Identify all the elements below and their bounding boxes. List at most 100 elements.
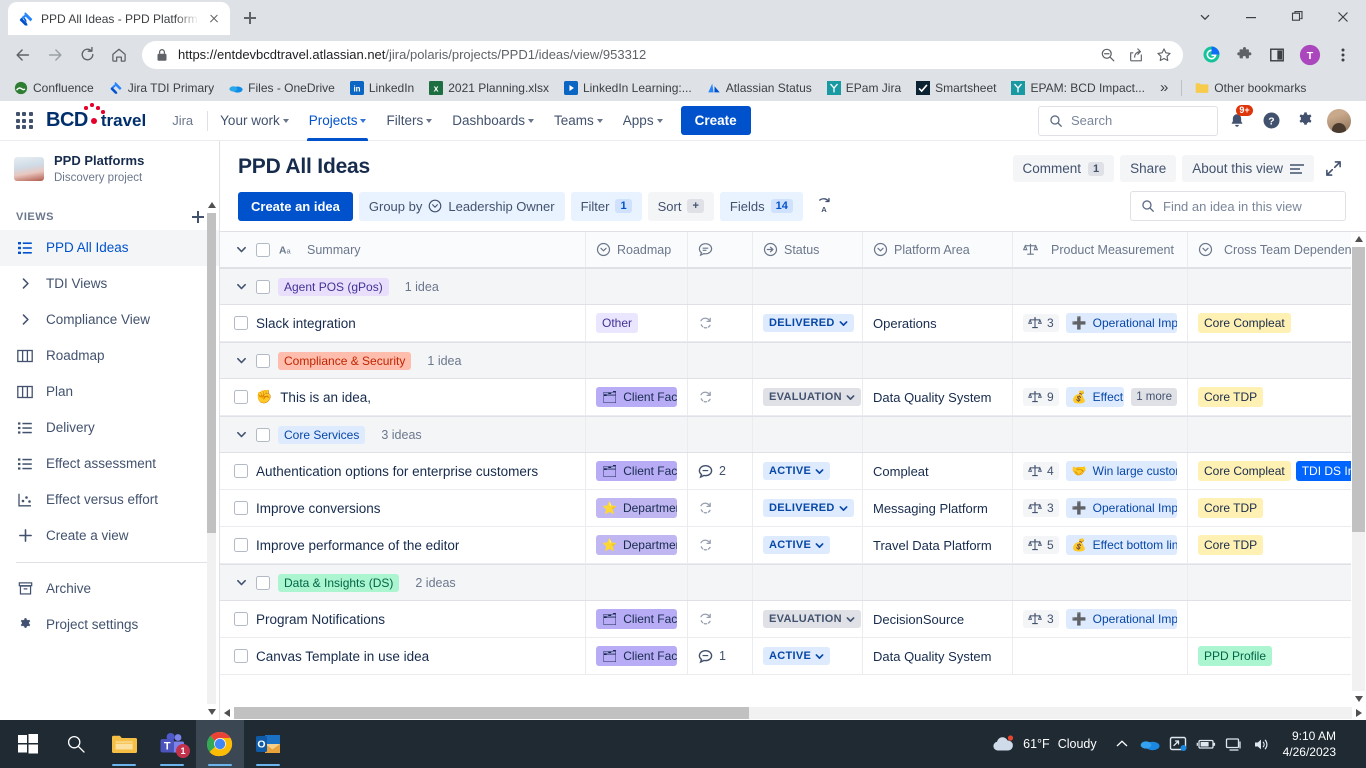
bcd-travel-logo[interactable]: BCD travel bbox=[46, 103, 146, 132]
help-icon[interactable]: ? bbox=[1256, 106, 1286, 136]
group-header-row[interactable]: Compliance & Security 1 idea bbox=[220, 342, 1366, 379]
cell-product-measurement[interactable]: 3 ➕ Operational Impro bbox=[1013, 490, 1188, 526]
share-button[interactable]: Share bbox=[1120, 155, 1177, 182]
cell-status[interactable]: ACTIVE bbox=[753, 527, 863, 563]
sidebar-item-compliance-view[interactable]: Compliance View bbox=[0, 302, 219, 338]
column-header-roadmap[interactable]: Roadmap bbox=[586, 232, 688, 267]
chrome-menu-icon[interactable] bbox=[1328, 40, 1358, 70]
status-badge[interactable]: DELIVERED bbox=[763, 499, 854, 517]
group-by-button[interactable]: Group by Leadership Owner bbox=[358, 191, 565, 221]
row-checkbox[interactable] bbox=[234, 464, 248, 478]
cell-cross-team-dependency[interactable]: Core Compleat bbox=[1188, 305, 1366, 341]
status-badge[interactable]: EVALUATION bbox=[763, 388, 861, 406]
group-header-row[interactable]: Data & Insights (DS) 2 ideas bbox=[220, 564, 1366, 601]
microsoft-teams-button[interactable]: T 1 bbox=[148, 720, 196, 768]
cell-summary[interactable]: Improve performance of the editor bbox=[220, 527, 586, 563]
tab-search-chevron-down-icon[interactable] bbox=[1182, 0, 1228, 33]
volume-tray-icon[interactable] bbox=[1249, 728, 1275, 760]
bookmark-2021-planning[interactable]: x 2021 Planning.xlsx bbox=[423, 78, 555, 98]
row-checkbox[interactable] bbox=[234, 316, 248, 330]
global-search-input[interactable]: Search bbox=[1038, 105, 1218, 136]
profile-avatar-icon[interactable]: T bbox=[1295, 40, 1325, 70]
scrollbar-thumb[interactable] bbox=[1352, 247, 1365, 532]
sidebar-item-tdi-views[interactable]: TDI Views bbox=[0, 266, 219, 302]
cell-summary[interactable]: Slack integration bbox=[220, 305, 586, 341]
scroll-down-arrow-icon[interactable] bbox=[205, 704, 218, 720]
cell-comments[interactable] bbox=[688, 527, 753, 563]
bookmark-linkedin-learning[interactable]: LinkedIn Learning:... bbox=[558, 78, 698, 98]
cell-cross-team-dependency[interactable]: Core Compleat TDI DS In bbox=[1188, 453, 1366, 489]
onedrive-tray-icon[interactable] bbox=[1137, 728, 1163, 760]
search-button[interactable] bbox=[52, 720, 100, 768]
cell-comments[interactable]: 2 bbox=[688, 453, 753, 489]
scroll-left-arrow-icon[interactable] bbox=[220, 706, 234, 720]
bookmark-linkedin[interactable]: in LinkedIn bbox=[344, 78, 420, 98]
cell-roadmap[interactable]: 🗂 Client Facing bbox=[586, 453, 688, 489]
bookmark-smartsheet[interactable]: Smartsheet bbox=[910, 78, 1002, 98]
cell-summary[interactable]: Authentication options for enterprise cu… bbox=[220, 453, 586, 489]
scroll-up-arrow-icon[interactable] bbox=[205, 197, 218, 213]
cell-status[interactable]: ACTIVE bbox=[753, 638, 863, 674]
group-header-row[interactable]: Core Services 3 ideas bbox=[220, 416, 1366, 453]
other-bookmarks-folder[interactable]: Other bookmarks bbox=[1189, 78, 1312, 98]
cell-roadmap[interactable]: Other bbox=[586, 305, 688, 341]
column-header-product-measurement[interactable]: Product Measurement bbox=[1013, 232, 1188, 267]
cell-product-measurement[interactable]: 9 💰 Effect bot 1 more bbox=[1013, 379, 1188, 415]
table-horizontal-scrollbar[interactable] bbox=[220, 706, 1366, 720]
cell-status[interactable]: ACTIVE bbox=[753, 453, 863, 489]
start-button[interactable] bbox=[4, 720, 52, 768]
nav-apps[interactable]: Apps bbox=[615, 101, 671, 141]
reload-button[interactable] bbox=[72, 40, 102, 70]
find-idea-input[interactable]: Find an idea in this view bbox=[1130, 191, 1346, 221]
share-icon[interactable] bbox=[1123, 42, 1149, 68]
column-header-platform-area[interactable]: Platform Area bbox=[863, 232, 1013, 267]
cell-roadmap[interactable]: 🗂 Client Facing bbox=[586, 638, 688, 674]
cell-cross-team-dependency[interactable] bbox=[1188, 601, 1366, 637]
taskbar-clock[interactable]: 9:10 AM 4/26/2023 bbox=[1277, 728, 1346, 760]
sidebar-item-effect-versus-effort[interactable]: Effect versus effort bbox=[0, 482, 219, 518]
create-button[interactable]: Create bbox=[680, 106, 751, 135]
filter-button[interactable]: Filter 1 bbox=[570, 191, 642, 221]
project-header[interactable]: PPD Platforms Discovery project bbox=[0, 141, 219, 198]
status-badge[interactable]: DELIVERED bbox=[763, 314, 854, 332]
cell-product-measurement[interactable] bbox=[1013, 638, 1188, 674]
nav-filters[interactable]: Filters bbox=[378, 101, 440, 141]
table-row[interactable]: Authentication options for enterprise cu… bbox=[220, 453, 1366, 490]
fields-button[interactable]: Fields 14 bbox=[719, 191, 803, 221]
table-vertical-scrollbar[interactable] bbox=[1351, 232, 1366, 706]
bookmark-star-icon[interactable] bbox=[1151, 42, 1177, 68]
sidebar-item-roadmap[interactable]: Roadmap bbox=[0, 338, 219, 374]
cell-platform-area[interactable]: Data Quality System bbox=[863, 638, 1013, 674]
cell-comments[interactable] bbox=[688, 490, 753, 526]
zoom-out-icon[interactable] bbox=[1095, 42, 1121, 68]
table-row[interactable]: Slack integration Other DELIVERED Operation… bbox=[220, 305, 1366, 342]
cell-product-measurement[interactable]: 3 ➕ Operational Impro bbox=[1013, 601, 1188, 637]
cell-cross-team-dependency[interactable]: Core TDP bbox=[1188, 379, 1366, 415]
cell-cross-team-dependency[interactable]: PPD Profile bbox=[1188, 638, 1366, 674]
notifications-bell-icon[interactable]: 9+ bbox=[1222, 104, 1253, 136]
sidebar-scrollbar[interactable] bbox=[205, 197, 217, 720]
row-checkbox[interactable] bbox=[234, 501, 248, 515]
outlook-button[interactable]: O bbox=[244, 720, 292, 768]
nav-your-work[interactable]: Your work bbox=[212, 101, 297, 141]
show-hidden-icons-chevron-up-icon[interactable] bbox=[1109, 728, 1135, 760]
auto-sort-icon[interactable]: A bbox=[809, 191, 839, 221]
status-badge[interactable]: EVALUATION bbox=[763, 610, 861, 628]
grammarly-extension-icon[interactable] bbox=[1196, 40, 1226, 70]
chevron-down-icon[interactable] bbox=[234, 428, 248, 442]
cell-platform-area[interactable]: Messaging Platform bbox=[863, 490, 1013, 526]
bookmark-files-onedrive[interactable]: Files - OneDrive bbox=[223, 78, 341, 98]
cell-status[interactable]: DELIVERED bbox=[753, 490, 863, 526]
cell-summary[interactable]: Program Notifications bbox=[220, 601, 586, 637]
chevron-down-icon[interactable] bbox=[234, 280, 248, 294]
table-row[interactable]: ✊ This is an idea, 🗂 Client Facing EVALUATIO… bbox=[220, 379, 1366, 416]
minimize-button[interactable] bbox=[1228, 0, 1274, 33]
column-header-summary[interactable]: Aa Summary bbox=[220, 232, 586, 267]
screen-share-tray-icon[interactable] bbox=[1165, 728, 1191, 760]
cell-comments[interactable]: 1 bbox=[688, 638, 753, 674]
maximize-button[interactable] bbox=[1274, 0, 1320, 33]
group-select-checkbox[interactable] bbox=[256, 427, 270, 442]
cell-product-measurement[interactable]: 3 ➕ Operational Impro bbox=[1013, 305, 1188, 341]
scroll-up-arrow-icon[interactable] bbox=[1352, 232, 1365, 246]
cell-comments[interactable] bbox=[688, 601, 753, 637]
